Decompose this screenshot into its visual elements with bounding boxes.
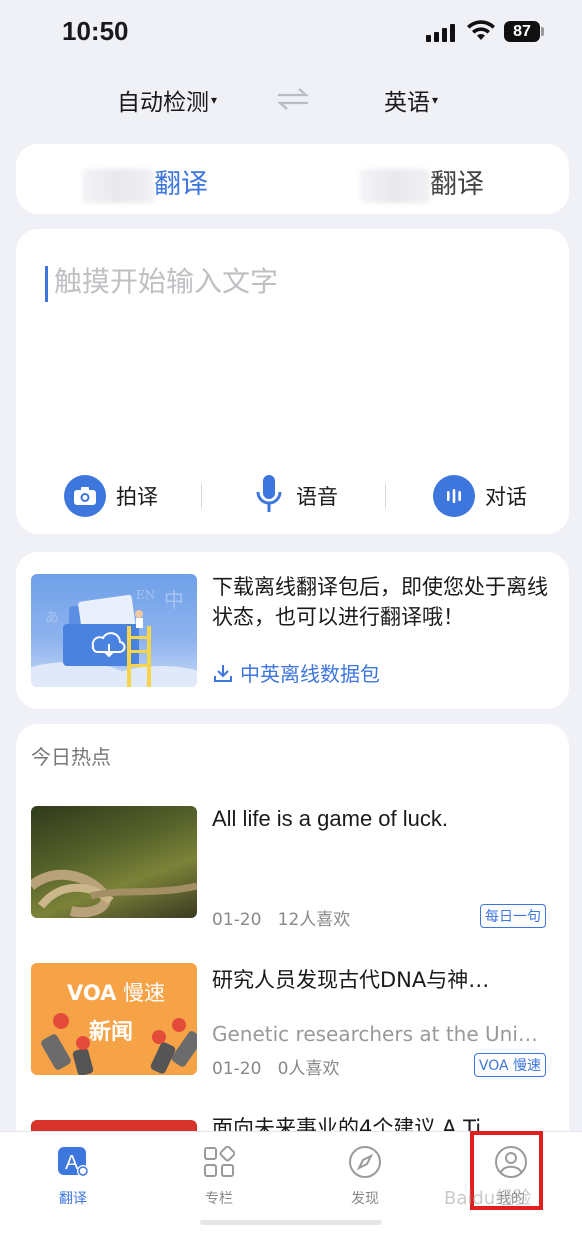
article-date: 01-20 [212, 1059, 262, 1079]
caret-down-icon: ▾ [432, 93, 439, 107]
battery-icon: 87 [504, 21, 540, 42]
thumb-line2: 新闻 [89, 1019, 133, 1045]
target-language-label: 英语 [384, 90, 430, 116]
chat-bubble-icon [433, 475, 475, 517]
thumb-brand: VOA [67, 981, 117, 1005]
offline-package-link[interactable]: 中英离线数据包 [212, 658, 380, 687]
redacted-region [82, 168, 154, 203]
microphone-icon [256, 474, 282, 519]
article-meta: 01-20 12人喜欢 [212, 905, 350, 930]
text-cursor [45, 266, 48, 302]
offline-package-illustration: EN 中 あ [31, 574, 197, 687]
article-title: All life is a game of luck. [212, 806, 448, 831]
hot-today-card [16, 724, 569, 1154]
tool-label: 对话 [485, 485, 527, 509]
thumb-line1: 慢速 [123, 981, 165, 1005]
battery-tip [541, 27, 544, 36]
article-thumbnail: VOA 慢速 新闻 [31, 963, 197, 1075]
photo-translate-button[interactable]: 拍译 [64, 474, 158, 518]
article-likes: 12人喜欢 [277, 910, 351, 930]
translate-input[interactable] [54, 266, 534, 298]
article-date: 01-20 [212, 910, 262, 930]
article-title: 研究人员发现古代DNA与神… [212, 968, 490, 992]
voice-translate-button[interactable]: 语音 [256, 474, 338, 518]
redacted-region [360, 168, 430, 203]
tab-label: 专栏 [205, 1191, 233, 1207]
tab-translate-primary[interactable]: 翻译 [82, 162, 208, 203]
svg-text:A: A [65, 1152, 79, 1174]
conversation-button[interactable]: 对话 [433, 474, 527, 518]
article-thumbnail [31, 806, 197, 918]
translate-tab-icon: A [55, 1144, 91, 1180]
wifi-icon [467, 20, 495, 40]
tab-label: 发现 [351, 1191, 379, 1207]
svg-text:あ: あ [45, 610, 59, 626]
tab-discover[interactable]: 发现 [325, 1144, 405, 1208]
tab-label: 翻译 [154, 169, 208, 200]
section-title: 今日热点 [31, 745, 111, 769]
article-likes: 0人喜欢 [277, 1059, 340, 1079]
status-time: 10:50 [62, 16, 129, 46]
offline-promo-text: 下载离线翻译包后，即使您处于离线状态，也可以进行翻译哦！ [212, 575, 548, 629]
svg-text:中: 中 [164, 588, 184, 612]
source-language-label: 自动检测 [117, 90, 209, 116]
article-tag: VOA 慢速 [473, 1053, 546, 1077]
source-language-select[interactable]: 自动检测 ▾ [117, 80, 217, 120]
target-language-select[interactable]: 英语 ▾ [384, 80, 438, 120]
tab-column[interactable]: 专栏 [179, 1144, 259, 1208]
compass-icon [347, 1144, 383, 1180]
article-tag: 每日一句 [480, 904, 546, 928]
grid-icon [201, 1144, 237, 1180]
tab-translate[interactable]: A 翻译 [33, 1144, 113, 1208]
article-title: 面向未来事业的4个建议 A Ti… [212, 1116, 503, 1132]
article-subtitle: Genetic researchers at the Uni… [212, 1022, 538, 1046]
svg-text:EN: EN [136, 588, 155, 602]
tab-translate-secondary[interactable]: 翻译 [360, 162, 484, 203]
cellular-signal-icon [426, 24, 455, 42]
tab-label: 翻译 [430, 169, 484, 200]
status-bar: 10:50 87 [0, 0, 582, 64]
offline-package-label: 中英离线数据包 [240, 662, 380, 686]
tool-label: 拍译 [116, 485, 158, 509]
tab-label: 翻译 [59, 1191, 87, 1207]
camera-icon [64, 475, 106, 517]
home-indicator [200, 1220, 382, 1225]
caret-down-icon: ▾ [211, 93, 218, 107]
divider [201, 484, 202, 508]
download-icon [214, 664, 232, 682]
watermark: Baidu经验 [444, 1188, 532, 1209]
article-meta: 01-20 0人喜欢 [212, 1054, 339, 1079]
divider [385, 484, 386, 508]
swap-languages-icon[interactable] [276, 86, 310, 112]
tool-label: 语音 [296, 485, 338, 509]
